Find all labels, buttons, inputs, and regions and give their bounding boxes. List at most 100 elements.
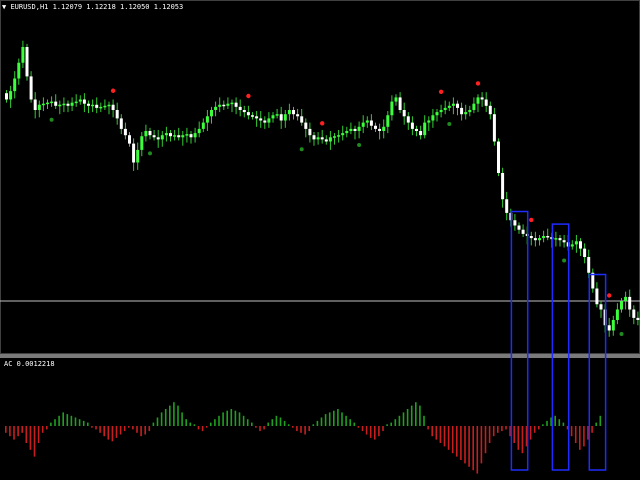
ac-histogram-bar bbox=[210, 422, 212, 426]
ac-histogram-bar bbox=[66, 414, 69, 426]
ac-histogram-bar bbox=[484, 426, 487, 454]
buy-signal-dot bbox=[357, 143, 362, 147]
ac-histogram-bar bbox=[410, 405, 413, 426]
candle-body bbox=[148, 131, 152, 136]
ac-histogram-bar bbox=[554, 415, 556, 426]
candle-body bbox=[189, 134, 193, 138]
ac-histogram-bar bbox=[316, 420, 319, 426]
ac-histogram-bar bbox=[78, 419, 81, 426]
candle-body bbox=[123, 128, 127, 136]
ac-histogram-bar bbox=[402, 412, 405, 426]
candle-body bbox=[58, 104, 62, 107]
ac-histogram-bar bbox=[443, 426, 446, 447]
ac-histogram-bar bbox=[259, 426, 261, 432]
ac-histogram-bar bbox=[439, 426, 442, 443]
candle-body bbox=[17, 62, 21, 79]
candle-body bbox=[234, 102, 238, 107]
candle-body bbox=[328, 137, 332, 142]
ac-histogram-bar bbox=[599, 415, 602, 426]
ac-histogram-bar bbox=[558, 419, 561, 426]
candle-body bbox=[570, 244, 574, 247]
symbol-label: EURUSD,H1 1.12079 1.12218 1.12050 1.1205… bbox=[10, 3, 184, 11]
candle-body bbox=[529, 236, 533, 239]
candle-body bbox=[415, 128, 418, 131]
candle-body bbox=[29, 76, 33, 100]
sell-signal-dot bbox=[607, 293, 612, 298]
ac-histogram-bar bbox=[119, 426, 122, 435]
ac-histogram-bar bbox=[54, 419, 56, 426]
sell-signal-dot bbox=[529, 217, 534, 223]
candle-body bbox=[431, 115, 435, 121]
candle-body bbox=[251, 115, 254, 117]
candle-body bbox=[5, 93, 8, 100]
ac-histogram-bar bbox=[328, 412, 331, 426]
ac-histogram-bar bbox=[271, 419, 274, 426]
ac-histogram-bar bbox=[5, 426, 7, 433]
ac-histogram-bar bbox=[419, 405, 421, 426]
ac-histogram-bar bbox=[538, 426, 540, 430]
ac-histogram-bar bbox=[394, 419, 397, 426]
ac-histogram-bar bbox=[25, 426, 28, 443]
candle-body bbox=[542, 236, 546, 239]
candle-body bbox=[222, 104, 226, 107]
chart-header: ▼ EURUSD,H1 1.12079 1.12218 1.12050 1.12… bbox=[2, 3, 183, 11]
buy-signal-dot bbox=[447, 122, 452, 126]
ac-histogram-bar bbox=[160, 412, 163, 426]
ac-histogram-bar bbox=[91, 426, 93, 428]
ac-histogram-bar bbox=[505, 426, 507, 430]
ac-histogram-bar bbox=[251, 422, 253, 426]
ac-histogram-bar bbox=[476, 426, 479, 474]
ac-histogram-bar bbox=[406, 409, 409, 426]
candle-body bbox=[456, 103, 459, 108]
chart-canvas[interactable] bbox=[0, 0, 640, 480]
ac-histogram-bar bbox=[132, 426, 134, 430]
candle-body bbox=[390, 101, 394, 116]
candle-body bbox=[50, 101, 54, 104]
indicator-label: AC 0.0012218 bbox=[4, 360, 55, 368]
candle-body bbox=[140, 136, 144, 150]
dropdown-icon[interactable]: ▼ bbox=[2, 3, 6, 11]
ac-histogram-bar bbox=[185, 419, 187, 426]
ac-histogram-bar bbox=[533, 426, 536, 433]
ac-histogram-bar bbox=[591, 426, 593, 433]
candle-body bbox=[579, 241, 582, 249]
ac-histogram-bar bbox=[292, 426, 294, 428]
ac-histogram-bar bbox=[517, 426, 520, 450]
candle-body bbox=[74, 101, 78, 104]
ac-histogram-bar bbox=[136, 426, 138, 433]
ac-histogram-bar bbox=[287, 424, 290, 426]
buy-signal-dot bbox=[562, 258, 567, 263]
candle-body bbox=[443, 107, 447, 110]
candle-body bbox=[33, 99, 37, 110]
candle-body bbox=[91, 104, 95, 107]
ac-histogram-bar bbox=[234, 410, 237, 426]
ac-histogram-bar bbox=[333, 410, 335, 426]
ac-histogram-bar bbox=[501, 426, 503, 432]
ac-histogram-bar bbox=[99, 426, 101, 433]
candle-body bbox=[517, 225, 521, 230]
candle-body bbox=[583, 248, 587, 257]
ac-histogram-bar bbox=[546, 420, 548, 426]
ac-histogram-bar bbox=[70, 415, 73, 426]
ac-histogram-bar bbox=[58, 415, 60, 426]
ac-histogram-bar bbox=[255, 426, 257, 428]
candle-body bbox=[242, 110, 246, 113]
candle-body bbox=[132, 143, 136, 163]
candle-body bbox=[406, 116, 410, 123]
candle-body bbox=[468, 110, 472, 113]
ac-histogram-bar bbox=[320, 417, 323, 426]
candle-body bbox=[41, 103, 45, 106]
candle-body bbox=[128, 135, 131, 144]
ac-histogram-bar bbox=[374, 426, 376, 440]
candle-body bbox=[308, 128, 312, 136]
buy-signal-dot bbox=[299, 147, 304, 152]
candle-body bbox=[451, 103, 455, 106]
candle-body bbox=[255, 116, 259, 119]
candle-body bbox=[287, 110, 291, 115]
ac-histogram-bar bbox=[283, 420, 286, 426]
ac-histogram-bar bbox=[193, 424, 196, 426]
candle-body bbox=[283, 114, 287, 121]
ac-histogram-bar bbox=[29, 426, 32, 450]
candle-body bbox=[82, 99, 86, 104]
buy-signal-dot bbox=[619, 332, 624, 336]
